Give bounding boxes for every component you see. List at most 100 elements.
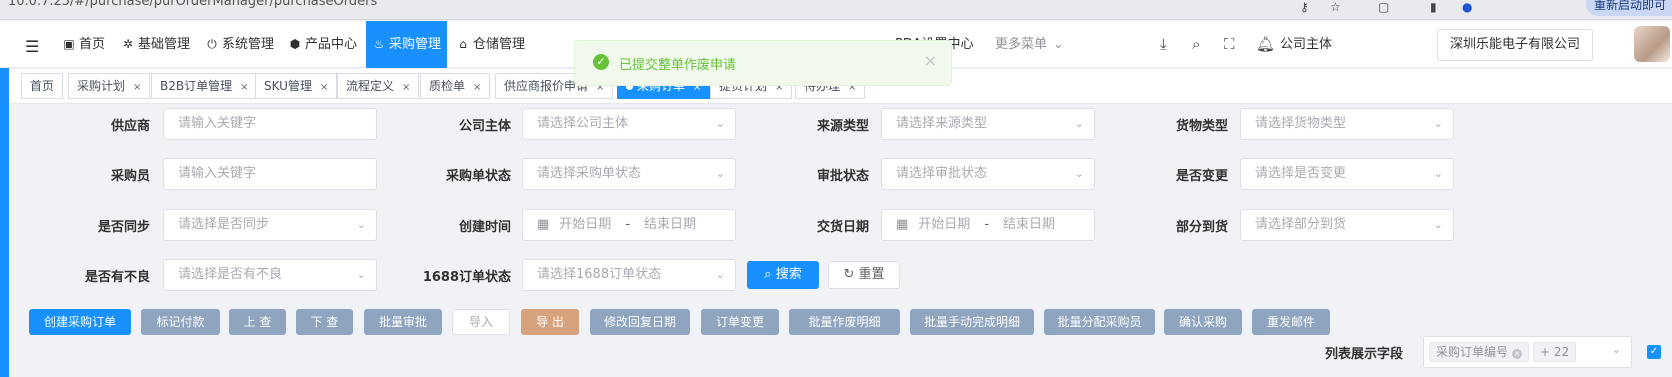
placeholder: 请选择部分到货 <box>1255 217 1347 232</box>
columns-field-select[interactable]: 采购订单编号 × + 22 ⌄ <box>1423 336 1632 368</box>
reset-label: 重置 <box>858 267 885 282</box>
menu-toggle-icon[interactable]: ☰ <box>25 37 39 56</box>
checkbox[interactable]: ✓ <box>1647 345 1661 359</box>
placeholder: 请选择货物类型 <box>1255 116 1347 131</box>
sidepanel-icon[interactable]: ▮ <box>1430 0 1437 14</box>
tag-b2b-orders[interactable]: B2B订单管理 × <box>151 73 258 99</box>
batch-approve-button[interactable]: 批量审批 <box>364 309 442 335</box>
chevron-down-icon: ⌄ <box>356 268 366 281</box>
search-icon: ⌕ <box>764 267 776 282</box>
nav-label: 采购管理 <box>389 37 442 52</box>
chevron-down-icon: ⌄ <box>1433 117 1443 130</box>
fullscreen-icon[interactable]: ⛶ <box>1224 35 1235 53</box>
range-separator: - <box>984 217 990 232</box>
batch-void-detail-button[interactable]: 批量作废明细 <box>789 309 900 335</box>
trace-up-button[interactable]: 上 查 <box>229 309 286 335</box>
goods-type-select[interactable]: 请选择货物类型 ⌄ <box>1240 108 1454 140</box>
synced-select[interactable]: 请选择是否同步 ⌄ <box>163 209 377 241</box>
changed-select[interactable]: 请选择是否变更 ⌄ <box>1240 158 1454 190</box>
tag-home[interactable]: 首页 <box>21 73 64 99</box>
restart-update-button[interactable]: 重新启动即可 <box>1586 0 1672 16</box>
trace-down-button[interactable]: 下 查 <box>296 309 353 335</box>
placeholder: 请选择是否同步 <box>178 217 270 232</box>
order-change-button[interactable]: 订单变更 <box>701 309 779 335</box>
key-icon[interactable]: ⚷ <box>1300 0 1309 14</box>
partial-select[interactable]: 请选择部分到货 ⌄ <box>1240 209 1454 241</box>
star-icon[interactable]: ☆ <box>1330 0 1341 14</box>
company-select[interactable]: 深圳乐能电子有限公司 ⌄ <box>1437 29 1593 61</box>
tag-label: 质检单 <box>429 79 466 93</box>
close-icon[interactable]: × <box>1512 349 1523 359</box>
column-chip: 采购订单编号 × <box>1429 342 1530 362</box>
mark-paid-button[interactable]: 标记付款 <box>141 309 220 335</box>
nav-more[interactable]: 更多菜单 ⌄ <box>995 21 1064 68</box>
url-text[interactable]: 10.0.7.25/#/purchase/purOrderManager/pur… <box>8 0 377 9</box>
tag-sku[interactable]: SKU管理 × <box>255 73 338 99</box>
profile-icon[interactable]: ● <box>1462 0 1472 14</box>
batch-manual-complete-button[interactable]: 批量手动完成明细 <box>910 309 1034 335</box>
company-filter-select[interactable]: 请选择公司主体 ⌄ <box>522 108 736 140</box>
tag-label: 首页 <box>30 79 55 93</box>
gear-icon: ✲ <box>122 37 134 51</box>
create-order-button[interactable]: 创建采购订单 <box>29 309 131 335</box>
toast-message: 已提交整单作废申请 <box>619 58 737 73</box>
nav-basic[interactable]: ✲ 基础管理 <box>121 21 190 68</box>
confirm-purchase-button[interactable]: 确认采购 <box>1164 309 1242 335</box>
nav-label: 系统管理 <box>222 37 275 52</box>
placeholder: 请选择采购单状态 <box>537 166 642 181</box>
chip-label: 采购订单编号 <box>1436 345 1509 359</box>
supplier-input[interactable]: 请输入关键字 <box>163 108 377 140</box>
order-status-select[interactable]: 请选择采购单状态 ⌄ <box>522 158 736 190</box>
status-1688-select[interactable]: 请选择1688订单状态 ⌄ <box>522 259 736 291</box>
reset-button[interactable]: ↻ 重置 <box>828 261 900 289</box>
tag-purchase-plan[interactable]: 采购计划 × <box>68 73 151 99</box>
bell-icon[interactable]: 🔔︎ <box>1256 35 1275 53</box>
close-icon[interactable]: × <box>402 82 410 93</box>
close-icon[interactable]: × <box>240 82 248 93</box>
buyer-input[interactable]: 请输入关键字 <box>163 158 377 190</box>
nav-home[interactable]: ▣ 首页 <box>62 21 105 68</box>
company-filter-label: 公司主体 <box>458 119 511 134</box>
search-button[interactable]: ⌕ 搜索 <box>747 261 819 289</box>
batch-assign-buyer-button[interactable]: 批量分配采购员 <box>1044 309 1155 335</box>
close-icon[interactable]: × <box>924 51 937 70</box>
delivery-date-range[interactable]: ▦ 开始日期 - 结束日期 <box>881 209 1095 241</box>
import-button[interactable]: 导入 <box>452 309 510 335</box>
columns-field-label: 列表展示字段 <box>1325 347 1404 362</box>
source-type-select[interactable]: 请选择来源类型 ⌄ <box>881 108 1095 140</box>
edit-reply-date-button[interactable]: 修改回复日期 <box>590 309 690 335</box>
warehouse-icon: ⌂ <box>459 37 467 51</box>
tag-inspection[interactable]: 质检单 × <box>420 73 491 99</box>
tag-label: B2B订单管理 <box>160 79 233 93</box>
tag-label: SKU管理 <box>264 79 312 93</box>
tag-process[interactable]: 流程定义 × <box>337 73 420 99</box>
close-icon[interactable]: × <box>133 82 141 93</box>
search-icon[interactable]: ⌕ <box>1192 35 1200 53</box>
nav-warehouse[interactable]: ⌂ 仓储管理 <box>456 21 525 68</box>
export-button[interactable]: 导 出 <box>521 309 579 335</box>
start-date[interactable]: 开始日期 <box>918 217 970 232</box>
start-date[interactable]: 开始日期 <box>559 217 611 232</box>
avatar[interactable] <box>1634 26 1670 62</box>
created-date-range[interactable]: ▦ 开始日期 - 结束日期 <box>522 209 736 241</box>
nav-purchase[interactable]: ♨ 采购管理 <box>366 21 448 68</box>
delivery-label: 交货日期 <box>816 220 869 235</box>
close-icon[interactable]: × <box>320 82 328 93</box>
source-type-label: 来源类型 <box>816 119 869 134</box>
download-icon[interactable]: ⤓ <box>1160 35 1167 53</box>
chevron-down-icon: ⌄ <box>715 268 725 281</box>
success-toast: ✓ 已提交整单作废申请 × <box>574 40 952 86</box>
extension-icon[interactable]: ▢ <box>1378 0 1389 14</box>
nav-system[interactable]: ⏻ 系统管理 <box>205 21 274 68</box>
close-icon[interactable]: × <box>473 82 481 93</box>
nav-product[interactable]: ⬢ 产品中心 <box>288 21 357 68</box>
defect-select[interactable]: 请选择是否有不良 ⌄ <box>163 259 377 291</box>
end-date[interactable]: 结束日期 <box>1003 217 1055 232</box>
placeholder: 请输入关键字 <box>178 116 257 131</box>
end-date[interactable]: 结束日期 <box>644 217 696 232</box>
power-icon: ⏻ <box>207 37 217 51</box>
company-label: 公司主体 <box>1280 37 1333 52</box>
approval-status-select[interactable]: 请选择审批状态 ⌄ <box>881 158 1095 190</box>
resend-email-button[interactable]: 重发邮件 <box>1252 309 1330 335</box>
chevron-down-icon: ⌄ <box>1433 167 1443 180</box>
